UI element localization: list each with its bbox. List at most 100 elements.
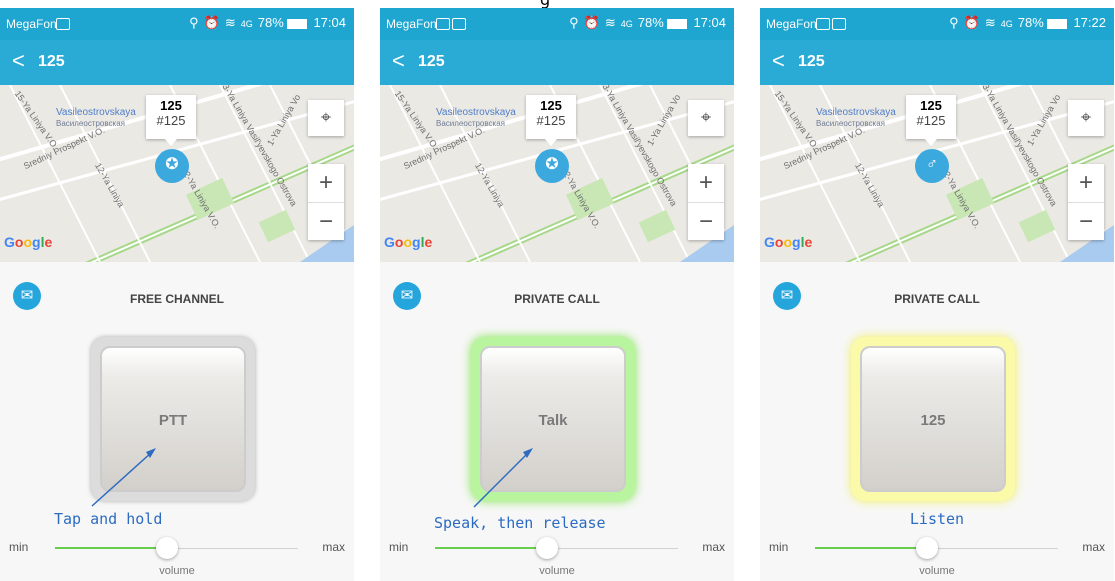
metro-name: Vasileostrovskaya: [436, 107, 516, 118]
battery-icon: [1047, 18, 1068, 29]
location-icon: ⚲: [189, 15, 199, 30]
channel-label: FREE CHANNEL: [129, 292, 224, 306]
signal-icon: 4G: [620, 19, 633, 29]
volume-fill: [55, 547, 167, 549]
volume-max-label: max: [1082, 540, 1105, 554]
volume-fill: [815, 547, 927, 549]
volume-label: volume: [919, 565, 955, 577]
status-bar: MegaFon ⚲ ⏰ ≋ 4G 78% 17:04: [0, 8, 354, 40]
google-logo: Google: [384, 234, 433, 250]
volume-slider[interactable]: min max: [380, 537, 734, 559]
ribbon-icon[interactable]: ✪: [155, 149, 189, 183]
figure-title: g: [540, 0, 550, 8]
my-location-icon[interactable]: ⌖: [1068, 100, 1104, 136]
zoom-out-button[interactable]: −: [1068, 202, 1104, 240]
map-view[interactable]: 15-Ya Liniya V.O. Sredniy Prospekt V.O. …: [0, 85, 354, 262]
my-location-icon[interactable]: ⌖: [688, 100, 724, 136]
phone-screen-2: MegaFon ⚲ ⏰ ≋ 4G 78% 17:04 < 125 15-Ya Liniy…: [380, 8, 734, 581]
map-view[interactable]: 15-Ya Liniya V.O. Sredniy Prospekt V.O. …: [760, 85, 1114, 262]
volume-min-label: min: [769, 540, 789, 554]
zoom-in-button[interactable]: +: [688, 164, 724, 202]
ptt-glow: PTT: [91, 337, 255, 501]
popup-title: 125: [540, 98, 562, 113]
wifi-icon: ≋: [604, 15, 616, 30]
signal-icon: 4G: [240, 19, 253, 29]
app-title: 125: [798, 53, 825, 70]
zoom-controls: + −: [1068, 164, 1104, 240]
metro-name: Vasileostrovskaya: [816, 107, 896, 118]
volume-fill: [435, 547, 547, 549]
app-bar: < 125: [0, 40, 354, 85]
metro-label: Vasileostrovskaya Василеостровская: [56, 107, 136, 129]
talk-button[interactable]: Talk: [480, 346, 626, 492]
volume-slider[interactable]: min max: [760, 537, 1114, 559]
ribbon-icon[interactable]: ✪: [535, 149, 569, 183]
alarm-icon: ⏰: [203, 15, 220, 30]
channel-label: PRIVATE CALL: [894, 292, 980, 306]
volume-track[interactable]: [815, 537, 1058, 559]
popup-subtitle: #125: [536, 113, 566, 128]
alarm-icon: ⏰: [583, 15, 600, 30]
volume-track[interactable]: [55, 537, 298, 559]
volume-label: volume: [159, 565, 195, 577]
status-bar: MegaFon ⚲ ⏰ ≋ 4G 78% 17:04: [380, 8, 734, 40]
hint-text: Listen: [909, 510, 965, 528]
metro-label: Vasileostrovskaya Василеостровская: [436, 107, 516, 129]
figure-title-fragment: g: [0, 0, 1115, 8]
hint-text: Tap and hold: [54, 510, 163, 528]
status-right: ⚲ ⏰ ≋ 4G 78% 17:04: [569, 15, 726, 31]
screenshot-icon: [832, 17, 846, 30]
ptt-glow: 125: [851, 337, 1015, 501]
metro-name-ru: Василеостровская: [436, 119, 505, 128]
zoom-in-button[interactable]: +: [308, 164, 344, 202]
app-bar: < 125: [760, 40, 1114, 85]
volume-slider[interactable]: min max: [0, 537, 354, 559]
back-button[interactable]: <: [12, 48, 25, 74]
app-bar: < 125: [380, 40, 734, 85]
google-logo: Google: [764, 234, 813, 250]
metro-name-ru: Василеостровская: [56, 119, 125, 128]
zoom-out-button[interactable]: −: [688, 202, 724, 240]
screenshot-icon: [452, 17, 466, 30]
hint-text: Speak, then release: [434, 514, 606, 532]
popup-subtitle: #125: [156, 113, 186, 128]
marker-popup[interactable]: 125 #125: [526, 95, 576, 146]
marker-popup[interactable]: 125 #125: [146, 95, 196, 146]
listen-button[interactable]: 125: [860, 346, 1006, 492]
ptt-panel: ✉ FREE CHANNEL PTT Tap and hold min max …: [0, 262, 354, 581]
status-time: 17:22: [1073, 15, 1106, 30]
popup-title: 125: [920, 98, 942, 113]
app-title: 125: [38, 53, 65, 70]
back-button[interactable]: <: [772, 48, 785, 74]
ptt-panel: ✉ PRIVATE CALL 125 Listen min max volume: [760, 262, 1114, 581]
image-icon: [816, 17, 830, 30]
volume-min-label: min: [389, 540, 409, 554]
ptt-button[interactable]: PTT: [100, 346, 246, 492]
carrier-name: MegaFon: [6, 17, 57, 31]
volume-knob[interactable]: [155, 537, 178, 559]
signal-icon: 4G: [1000, 19, 1013, 29]
metro-label: Vasileostrovskaya Василеостровская: [816, 107, 896, 129]
male-icon[interactable]: ♂: [915, 149, 949, 183]
notification-icons: [816, 16, 848, 30]
phone-screen-3: MegaFon ⚲ ⏰ ≋ 4G 78% 17:22 < 125 15-Ya Liniy…: [760, 8, 1114, 581]
battery-percent: 78%: [637, 15, 664, 30]
map-view[interactable]: 15-Ya Liniya V.O. Sredniy Prospekt V.O. …: [380, 85, 734, 262]
status-time: 17:04: [693, 15, 726, 30]
volume-max-label: max: [322, 540, 345, 554]
zoom-in-button[interactable]: +: [1068, 164, 1104, 202]
volume-knob[interactable]: [535, 537, 558, 559]
volume-track[interactable]: [435, 537, 678, 559]
back-button[interactable]: <: [392, 48, 405, 74]
location-icon: ⚲: [569, 15, 579, 30]
my-location-icon[interactable]: ⌖: [308, 100, 344, 136]
marker-popup[interactable]: 125 #125: [906, 95, 956, 146]
channel-label: PRIVATE CALL: [514, 292, 600, 306]
ptt-panel: ✉ PRIVATE CALL Talk Speak, then release …: [380, 262, 734, 581]
notification-icons: [56, 16, 72, 30]
ptt-glow: Talk: [471, 337, 635, 501]
zoom-out-button[interactable]: −: [308, 202, 344, 240]
screenshot-icon: [56, 17, 70, 30]
volume-knob[interactable]: [915, 537, 938, 559]
zoom-controls: + −: [688, 164, 724, 240]
